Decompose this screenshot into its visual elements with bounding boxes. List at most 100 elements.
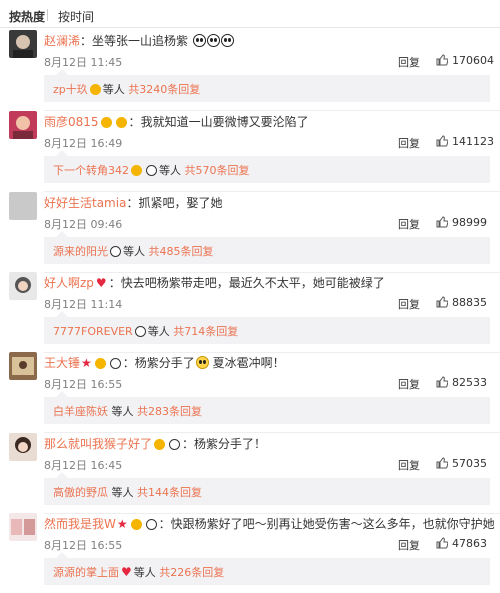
reply-button[interactable]: 回复 (398, 457, 420, 473)
avatar[interactable] (9, 30, 37, 58)
comment-text: 坐等张一山追杨紫 (92, 34, 189, 48)
comment-time: 8月12日 16:55 (44, 539, 123, 552)
heart-icon: ♥ (121, 565, 132, 579)
sub-reply-mid: 等人 (102, 83, 125, 96)
sub-reply-box[interactable]: 下一个转角342 等人 共570条回复 (44, 150, 490, 183)
comment-time: 8月12日 11:45 (44, 56, 123, 69)
vip-badge-icon (89, 84, 101, 95)
like-count: 82533 (452, 376, 487, 389)
sub-reply-count[interactable]: 共226条回复 (159, 566, 224, 579)
sub-reply-user[interactable]: 下一个转角342 (53, 164, 129, 177)
reply-button[interactable]: 回复 (398, 216, 420, 232)
comment-meta: 8月12日 16:45 回复 57035 (44, 457, 494, 473)
like-count: 57035 (452, 457, 487, 470)
like-button[interactable]: 88835 (436, 296, 487, 309)
like-button[interactable]: 170604 (436, 54, 494, 67)
avatar[interactable] (9, 111, 37, 139)
comment-time: 8月12日 16:55 (44, 378, 123, 391)
sub-reply-box[interactable]: 源源的掌上面 ♥ 等人 共226条回复 (44, 552, 490, 585)
sub-reply-count[interactable]: 共485条回复 (149, 245, 214, 258)
vip-badge-icon (154, 439, 166, 450)
like-count: 141123 (452, 135, 494, 148)
sort-tabs: 按热度 按时间 (0, 0, 500, 28)
like-button[interactable]: 141123 (436, 135, 494, 148)
sub-reply-box[interactable]: zp十玖 等人 共3240条回复 (44, 69, 490, 102)
comment-meta: 8月12日 11:14 回复 88835 (44, 296, 494, 312)
tab-by-time[interactable]: 按时间 (58, 8, 94, 25)
comment-meta: 8月12日 16:55 回复 82533 (44, 376, 494, 392)
comment-item: 赵澜浠：坐等张一山追杨紫 8月12日 11:45 回复 170604 zp十玖 等… (0, 30, 500, 111)
comment-text: 抓紧吧，娶了她 (138, 196, 223, 210)
comment-username[interactable]: 那么就叫我猴子好了 (44, 437, 152, 451)
comment-username[interactable]: 好人啊zp (44, 276, 94, 290)
star-badge-icon: ★ (81, 356, 92, 370)
sub-reply-box[interactable]: 高傲的野瓜 等人 共144条回复 (44, 472, 490, 505)
tab-by-hot[interactable]: 按热度 (9, 8, 45, 25)
sub-reply-box[interactable]: 源来的阳光 等人 共485条回复 (44, 231, 490, 264)
comment-time: 8月12日 09:46 (44, 218, 123, 231)
panda-emoji-icon (146, 165, 157, 176)
avatar[interactable] (9, 513, 37, 541)
crying-emoji-icon (206, 34, 220, 47)
sub-reply-user[interactable]: 源来的阳光 (53, 245, 108, 258)
like-button[interactable]: 57035 (436, 457, 487, 470)
reply-button[interactable]: 回复 (398, 376, 420, 392)
sub-reply-user[interactable]: 白羊座陈妖 (53, 405, 108, 418)
comment-meta: 8月12日 16:55 回复 47863 (44, 537, 494, 553)
avatar[interactable] (9, 433, 37, 461)
comment-username[interactable]: 然而我是我W (44, 517, 116, 531)
comment-line: 那么就叫我猴子好了 ：杨紫分手了！ (44, 437, 267, 451)
comment-line: 王大锤★ ：杨紫分手了 夏冰雹冲啊！ (44, 356, 285, 370)
like-button[interactable]: 47863 (436, 537, 487, 550)
sub-reply-mid: 等人 (133, 566, 156, 579)
vip-badge-icon (131, 165, 142, 176)
comment-text-extra: 夏冰雹冲啊！ (212, 356, 285, 370)
sub-reply-user[interactable]: 高傲的野瓜 (53, 486, 108, 499)
sub-reply-count[interactable]: 共283条回复 (137, 405, 202, 418)
reply-button[interactable]: 回复 (398, 135, 420, 151)
heart-icon: ♥ (95, 276, 107, 290)
sub-reply-mid: 等人 (111, 486, 134, 499)
comment-time: 8月12日 11:14 (44, 298, 123, 311)
comment-text: 快跟杨紫好了吧～别再让她受伤害～这么多年，也就你守护她 (170, 517, 495, 531)
comment-line: 好人啊zp ♥ ：快去吧杨紫带走吧，最近久不太平，她可能被绿了 (44, 276, 385, 290)
comment-username[interactable]: 雨彦0815 (44, 115, 99, 129)
sub-reply-count[interactable]: 共570条回复 (185, 164, 250, 177)
crying-emoji-icon (192, 34, 206, 47)
comment-line: 好好生活tamia：抓紧吧，娶了她 (44, 196, 223, 210)
sub-reply-count[interactable]: 共714条回复 (173, 325, 238, 338)
comment-item: 好人啊zp ♥ ：快去吧杨紫带走吧，最近久不太平，她可能被绿了 8月12日 11:1… (0, 272, 500, 353)
avatar[interactable] (9, 272, 37, 300)
sub-reply-box[interactable]: 白羊座陈妖 等人 共283条回复 (44, 391, 490, 424)
sub-reply-user[interactable]: 源源的掌上面 (53, 566, 119, 579)
comment-meta: 8月12日 09:46 回复 98999 (44, 216, 494, 232)
sub-reply-user[interactable]: 7777FOREVER (53, 325, 133, 338)
reply-button[interactable]: 回复 (398, 54, 420, 70)
comment-username[interactable]: 好好生活tamia (44, 196, 126, 210)
sub-reply-count[interactable]: 共3240条回复 (128, 83, 200, 96)
sub-reply-user[interactable]: zp十玖 (53, 83, 88, 96)
sub-reply-mid: 等人 (159, 164, 181, 177)
sub-reply-count[interactable]: 共144条回复 (137, 486, 202, 499)
like-button[interactable]: 82533 (436, 376, 487, 389)
like-count: 98999 (452, 216, 487, 229)
vip-badge-icon (100, 117, 112, 128)
thumbs-up-icon (436, 457, 448, 469)
comment-username[interactable]: 赵澜浠 (44, 34, 80, 48)
sub-reply-box[interactable]: 7777FOREVER 等人 共714条回复 (44, 311, 490, 344)
reply-button[interactable]: 回复 (398, 537, 420, 553)
avatar[interactable] (9, 192, 37, 220)
comment-username[interactable]: 王大锤 (44, 356, 80, 370)
like-count: 88835 (452, 296, 487, 309)
avatar[interactable] (9, 352, 37, 380)
like-button[interactable]: 98999 (436, 216, 487, 229)
comment-text: 我就知道一山要微博又要沦陷了 (140, 115, 309, 129)
like-count: 170604 (452, 54, 494, 67)
comment-line: 雨彦0815 ：我就知道一山要微博又要沦陷了 (44, 115, 309, 129)
reply-button[interactable]: 回复 (398, 296, 420, 312)
comment-item: 王大锤★ ：杨紫分手了 夏冰雹冲啊！ 8月12日 16:55 回复 82533 白… (0, 352, 500, 433)
comment-item: 那么就叫我猴子好了 ：杨紫分手了！ 8月12日 16:45 回复 57035 高傲… (0, 433, 500, 514)
comment-line: 赵澜浠：坐等张一山追杨紫 (44, 33, 494, 49)
comment-time: 8月12日 16:49 (44, 137, 123, 150)
panda-emoji-icon (169, 439, 181, 450)
